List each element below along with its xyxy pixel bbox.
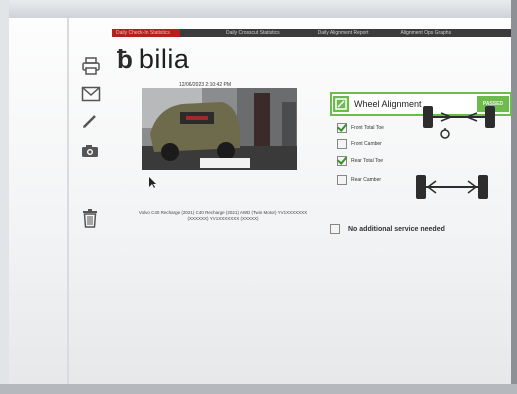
option-rear-camber[interactable]: Rear Camber [337, 175, 381, 185]
nav-tab-alignment-report[interactable]: Daily Alignment Report [312, 30, 375, 36]
nav-tab-alignment-graphs[interactable]: Alignment Ops Graphs [394, 30, 457, 36]
vehicle-description: Volvo C40 Recharge (2021) C40 Recharge (… [138, 210, 308, 221]
camera-icon[interactable] [81, 144, 99, 158]
front-camber-checkbox[interactable] [337, 139, 347, 149]
mouse-cursor-icon [149, 176, 157, 194]
rear-axle-diagram-icon [412, 171, 492, 210]
option-front-total-toe[interactable]: Front Total Toe [337, 123, 384, 133]
no-additional-service-label: No additional service needed [348, 225, 445, 233]
vehicle-photo[interactable] [142, 88, 297, 170]
top-nav: Daily Check-In Statistics Daily Crosscut… [112, 29, 511, 37]
app-screen: Daily Check-In Statistics Daily Crosscut… [9, 18, 512, 384]
monitor-bezel-top [0, 0, 517, 18]
mail-icon[interactable] [81, 86, 101, 102]
pencil-icon[interactable] [81, 112, 99, 130]
rear-camber-checkbox[interactable] [337, 175, 347, 185]
monitor-bezel-right [511, 0, 517, 394]
no-additional-service-checkbox[interactable] [330, 224, 340, 234]
rear-camber-label: Rear Camber [351, 177, 382, 183]
brand-logo: ƀ bilia [117, 44, 189, 75]
rear-total-toe-checkbox[interactable] [337, 156, 347, 166]
printer-icon[interactable] [81, 56, 101, 76]
option-front-camber[interactable]: Front Camber [337, 139, 382, 149]
no-additional-service-option[interactable]: No additional service needed [330, 224, 445, 234]
monitor-bezel-bottom [0, 384, 517, 394]
monitor-bezel-left [0, 0, 9, 394]
alignment-wrench-icon [333, 96, 349, 112]
brand-name: bilia [138, 44, 190, 74]
front-axle-diagram-icon [417, 100, 501, 149]
rear-total-toe-label: Rear Total Toe [351, 158, 384, 164]
option-rear-total-toe[interactable]: Rear Total Toe [337, 156, 383, 166]
nav-tab-checkin-stats[interactable]: Daily Check-In Statistics [112, 29, 180, 37]
front-camber-label: Front Camber [351, 141, 382, 147]
trash-icon[interactable] [81, 208, 99, 228]
nav-tab-crosscut-stats[interactable]: Daily Crosscut Statistics [220, 30, 286, 36]
front-total-toe-label: Front Total Toe [351, 125, 384, 131]
brand-mark: ƀ [117, 44, 133, 74]
sidebar-divider [67, 18, 69, 384]
front-total-toe-checkbox[interactable] [337, 123, 347, 133]
